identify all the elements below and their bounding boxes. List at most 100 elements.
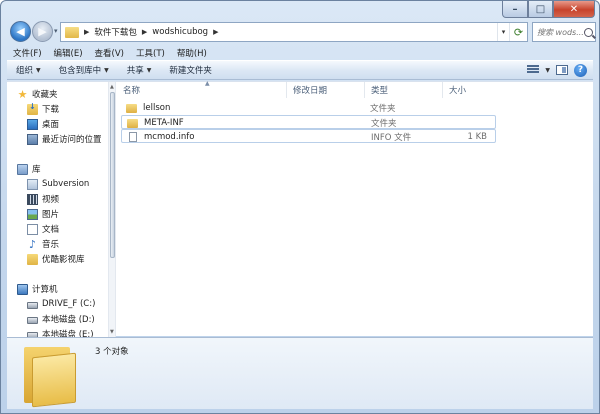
menu-help[interactable]: 帮助(H) <box>171 47 213 59</box>
nav-label: 下载 <box>42 105 60 115</box>
folder-icon <box>27 253 38 265</box>
folder-icon <box>127 118 138 128</box>
menu-file[interactable]: 文件(F) <box>7 47 48 59</box>
column-header-type[interactable]: 类型 <box>365 82 443 98</box>
nav-item-youku[interactable]: 优酷影视库 <box>27 252 85 266</box>
scroll-down-icon[interactable]: ▼ <box>110 329 114 335</box>
column-header-name[interactable]: 名称 <box>117 82 287 98</box>
nav-label: 视频 <box>42 195 60 205</box>
nav-label: 文档 <box>42 225 60 235</box>
share-button[interactable]: 共享 ▼ <box>118 64 161 76</box>
computer-icon <box>17 283 28 295</box>
nav-item-pictures[interactable]: 图片 <box>27 207 59 221</box>
file-type: 文件夹 <box>371 119 397 129</box>
new-folder-label: 新建文件夹 <box>169 66 212 76</box>
organize-label: 组织 <box>16 66 34 76</box>
nav-computer[interactable]: 计算机 <box>17 282 58 296</box>
subversion-icon <box>27 178 38 190</box>
nav-label: 音乐 <box>42 240 60 250</box>
item-count: 3 个对象 <box>95 347 129 357</box>
scrollbar-thumb[interactable] <box>110 92 115 258</box>
nav-label: 图片 <box>42 210 60 220</box>
chevron-right-icon[interactable]: ▶ <box>142 28 147 36</box>
breadcrumb-item[interactable]: wodshicubog <box>152 27 208 37</box>
scroll-up-icon[interactable]: ▲ <box>110 84 114 90</box>
nav-label: DRIVE_F (C:) <box>42 299 96 309</box>
nav-label: Subversion <box>42 179 90 189</box>
chevron-right-icon[interactable]: ▶ <box>84 28 89 36</box>
caret-down-icon[interactable]: ▼ <box>545 67 550 74</box>
nav-item-drive-d[interactable]: 本地磁盘 (D:) <box>27 312 95 326</box>
details-pane: 3 个对象 <box>7 337 593 409</box>
library-icon <box>17 163 28 175</box>
close-button[interactable]: ✕ <box>553 1 595 18</box>
search-icon[interactable] <box>584 27 593 37</box>
include-library-button[interactable]: 包含到库中 ▼ <box>50 64 118 76</box>
recent-pages-dropdown[interactable]: ▾ <box>54 27 58 35</box>
nav-label: 优酷影视库 <box>42 255 85 265</box>
content-area: ★ 收藏夹 下载 桌面 最近访问的位置 库 Subversion 视频 图片 文档… <box>7 80 593 337</box>
nav-item-drive-c[interactable]: DRIVE_F (C:) <box>27 297 95 311</box>
maximize-button[interactable]: □ <box>528 1 553 18</box>
file-row[interactable]: lellson 文件夹 <box>121 101 496 115</box>
nav-item-drive-e[interactable]: 本地磁盘 (E:) <box>27 327 94 337</box>
forward-button[interactable]: ▶ <box>32 21 53 42</box>
breadcrumb-item[interactable]: 软件下载包 <box>94 26 137 38</box>
organize-button[interactable]: 组织 ▼ <box>7 64 50 76</box>
nav-label: 计算机 <box>32 285 58 295</box>
help-icon[interactable]: ? <box>574 63 587 77</box>
nav-item-music[interactable]: ♪ 音乐 <box>27 237 59 251</box>
nav-item-downloads[interactable]: 下载 <box>27 102 59 116</box>
menu-edit[interactable]: 编辑(E) <box>48 47 89 59</box>
address-dropdown-button[interactable]: ▾ <box>497 23 509 41</box>
folder-icon <box>126 103 137 113</box>
back-button[interactable]: ◀ <box>10 21 31 42</box>
pictures-icon <box>27 208 38 220</box>
star-icon: ★ <box>17 87 28 101</box>
nav-label: 库 <box>32 165 41 175</box>
window-controls: – □ ✕ <box>502 1 595 18</box>
command-bar: 组织 ▼ 包含到库中 ▼ 共享 ▼ 新建文件夹 ▼ ? <box>7 60 593 80</box>
file-type: 文件夹 <box>370 104 396 114</box>
refresh-button[interactable]: ⟳ <box>509 23 527 41</box>
recent-places-icon <box>27 133 38 145</box>
file-name: META-INF <box>144 118 184 128</box>
nav-pane-scrollbar[interactable]: ▲ ▼ <box>108 82 116 337</box>
nav-item-recent[interactable]: 最近访问的位置 <box>27 132 102 146</box>
minimize-button[interactable]: – <box>502 1 528 18</box>
nav-favorites[interactable]: ★ 收藏夹 <box>17 87 58 101</box>
arrow-left-icon: ◀ <box>16 25 25 38</box>
view-options-icon[interactable] <box>527 65 540 75</box>
column-header-size[interactable]: 大小 <box>443 82 503 98</box>
document-icon <box>27 223 38 235</box>
navigation-row: ◀ ▶ ▾ ▶ 软件下载包 ▶ wodshicubog ▶ ▾ ⟳ <box>7 19 596 45</box>
file-row[interactable]: META-INF 文件夹 <box>121 115 496 129</box>
video-icon <box>27 193 38 205</box>
preview-pane-icon[interactable] <box>556 65 568 75</box>
file-row[interactable]: mcmod.info INFO 文件 1 KB <box>121 129 496 143</box>
nav-item-videos[interactable]: 视频 <box>27 192 59 206</box>
caret-down-icon: ▼ <box>36 66 41 74</box>
nav-label: 桌面 <box>42 120 60 130</box>
chevron-right-icon[interactable]: ▶ <box>213 28 218 36</box>
nav-label: 最近访问的位置 <box>42 135 102 145</box>
file-name: lellson <box>143 103 171 113</box>
file-size: 1 KB <box>467 132 487 142</box>
search-input[interactable] <box>533 27 583 37</box>
include-library-label: 包含到库中 <box>58 66 102 76</box>
new-folder-button[interactable]: 新建文件夹 <box>160 64 221 76</box>
column-header-modified[interactable]: 修改日期 <box>287 82 365 98</box>
menu-tools[interactable]: 工具(T) <box>130 47 171 59</box>
file-name: mcmod.info <box>144 132 195 142</box>
nav-item-subversion[interactable]: Subversion <box>27 177 89 191</box>
nav-item-desktop[interactable]: 桌面 <box>27 117 59 131</box>
nav-libraries[interactable]: 库 <box>17 162 41 176</box>
menu-view[interactable]: 查看(V) <box>89 47 130 59</box>
search-box[interactable] <box>532 22 596 42</box>
nav-label: 本地磁盘 (E:) <box>42 330 94 337</box>
address-bar[interactable]: ▶ 软件下载包 ▶ wodshicubog ▶ ▾ ⟳ <box>60 22 528 42</box>
nav-item-documents[interactable]: 文档 <box>27 222 59 236</box>
caret-down-icon: ▼ <box>146 66 152 74</box>
downloads-folder-icon <box>27 102 38 115</box>
arrow-right-icon: ▶ <box>38 25 47 38</box>
